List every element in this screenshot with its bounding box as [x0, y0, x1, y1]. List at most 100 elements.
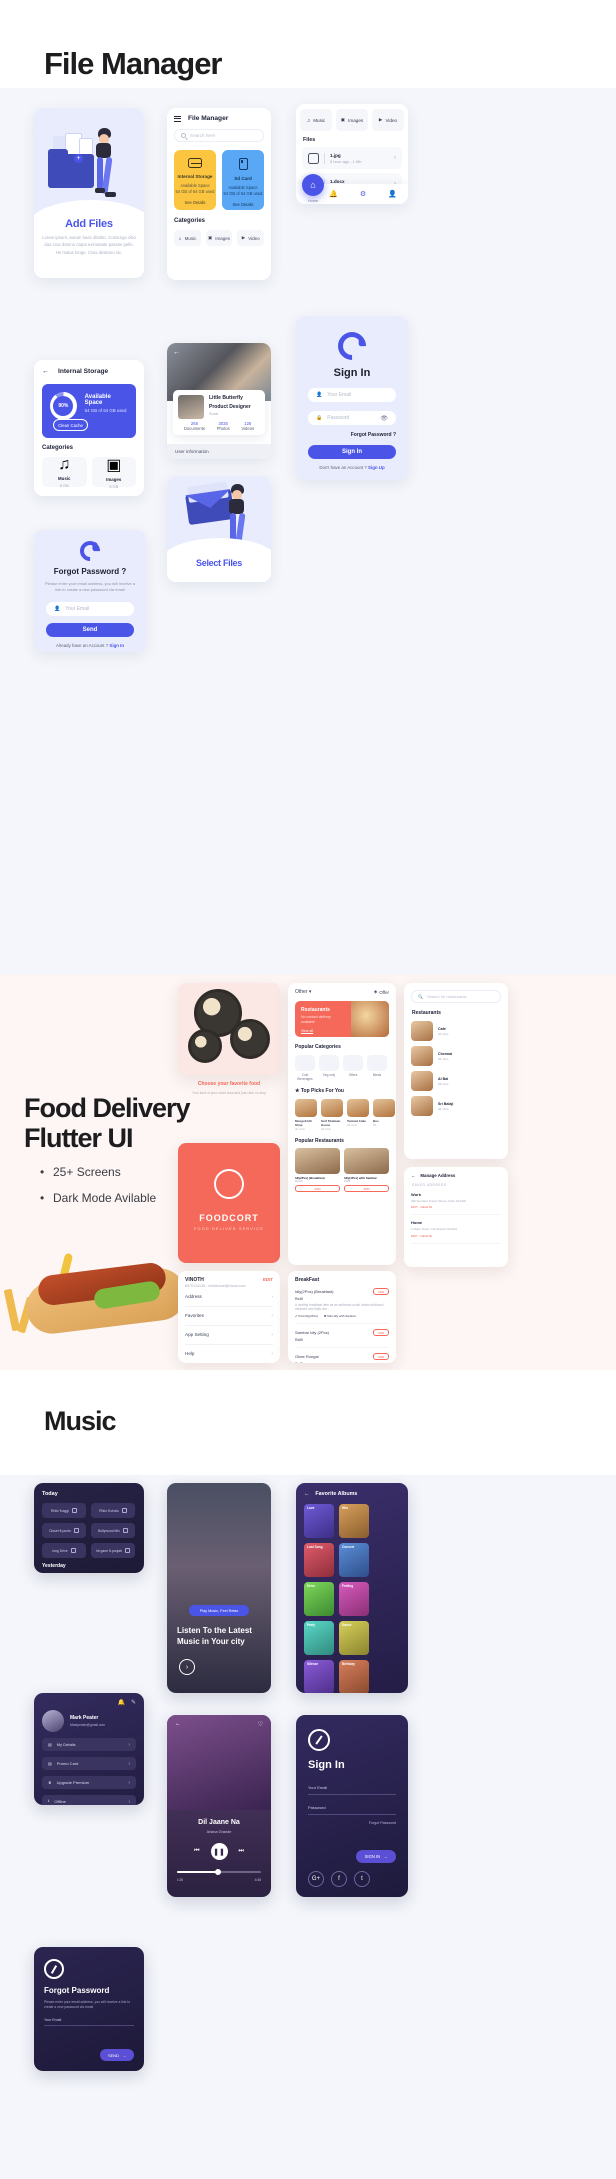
- send-button[interactable]: SEND →: [100, 2049, 134, 2061]
- category-chip[interactable]: Veg only: [319, 1055, 339, 1081]
- playlist-chip[interactable]: Rhitz ft.aggi: [42, 1503, 86, 1518]
- category-chip[interactable]: Cold Beverages: [295, 1055, 315, 1081]
- category-chip[interactable]: Meals: [367, 1055, 387, 1081]
- see-details-link[interactable]: See Details: [222, 202, 264, 207]
- pick-item[interactable]: Twisted Cake 44 mins: [347, 1099, 369, 1131]
- view-all-link[interactable]: View all: [301, 1029, 345, 1033]
- album-tile[interactable]: Hits: [339, 1504, 369, 1538]
- sign-in-button[interactable]: Sign In: [308, 445, 396, 459]
- internal-storage-card[interactable]: Internal Storage Available Space 54 GB o…: [174, 150, 216, 210]
- forgot-password-link[interactable]: Forgot Password: [296, 1821, 396, 1825]
- next-arrow-button[interactable]: ›: [179, 1659, 195, 1675]
- playlist-chip[interactable]: Rhitz ft.chalo: [91, 1503, 135, 1518]
- album-tile[interactable]: Lost Song: [304, 1543, 334, 1577]
- list-item[interactable]: Al Bai 28 mins: [411, 1071, 501, 1091]
- search-input[interactable]: Search here: [174, 129, 264, 142]
- category-video[interactable]: ▶ Video: [237, 230, 265, 246]
- list-item[interactable]: Chennai 35 mins: [411, 1046, 501, 1066]
- heart-icon[interactable]: ♡: [258, 1721, 263, 1728]
- back-arrow-icon[interactable]: ←: [411, 1173, 415, 1178]
- eye-icon[interactable]: 👁: [380, 415, 388, 422]
- sign-in-button[interactable]: SIGN IN →: [356, 1850, 396, 1863]
- album-tile[interactable]: Feeling: [339, 1582, 369, 1616]
- location-selector[interactable]: Other ▾: [295, 989, 311, 995]
- list-item[interactable]: Help ›: [185, 1345, 273, 1363]
- sign-in-link[interactable]: Sign In: [109, 643, 124, 648]
- menu-row-my-details[interactable]: ▤ My Details ›: [42, 1738, 136, 1751]
- forgot-password-link[interactable]: Forgot Password ?: [296, 432, 396, 438]
- twitter-button[interactable]: t: [354, 1871, 370, 1887]
- email-input[interactable]: [44, 2025, 134, 2026]
- category-images[interactable]: ▣ Images: [205, 230, 233, 246]
- clean-cache-button[interactable]: Clean Cache: [53, 419, 88, 431]
- gear-icon[interactable]: ⚙: [360, 190, 366, 198]
- category-chip[interactable]: Offers: [343, 1055, 363, 1081]
- promo-banner[interactable]: Restaurants No contact delivery availabl…: [295, 1001, 389, 1037]
- add-button[interactable]: ADD: [344, 1185, 389, 1192]
- pick-item[interactable]: Bus 55: [373, 1099, 395, 1131]
- address-actions[interactable]: EDIT - DELETE: [411, 1205, 501, 1209]
- album-tile[interactable]: Dance: [339, 1621, 369, 1655]
- restaurant-card[interactable]: Idly(4Pcs) with Sambar Rs85: [344, 1148, 389, 1183]
- list-item[interactable]: App Setting ›: [185, 1326, 273, 1345]
- back-arrow-icon[interactable]: ←: [304, 1491, 309, 1497]
- category-music[interactable]: ♫ Music 5 GB: [42, 456, 87, 488]
- album-tile[interactable]: Party: [304, 1621, 334, 1655]
- category-music[interactable]: ♫ Music: [174, 230, 201, 246]
- playlist-chip[interactable]: long Drive: [42, 1543, 86, 1558]
- album-tile[interactable]: Birthday: [339, 1660, 369, 1693]
- see-details-link[interactable]: See Details: [174, 200, 216, 205]
- back-arrow-icon[interactable]: ←: [173, 349, 180, 356]
- pick-item[interactable]: Surf Khatwan House 44 mins: [321, 1099, 343, 1131]
- next-icon[interactable]: ⏭: [239, 1848, 244, 1855]
- back-arrow-icon[interactable]: ←: [42, 368, 49, 375]
- bell-icon[interactable]: 🔔: [329, 190, 338, 198]
- facebook-button[interactable]: f: [331, 1871, 347, 1887]
- address-entry[interactable]: Home 1 Major Road, Coimbatore 641001 EDI…: [411, 1220, 501, 1244]
- tab-music[interactable]: ♫ Music: [300, 109, 332, 131]
- menu-row-offline[interactable]: ⭳ Offline ›: [42, 1795, 136, 1805]
- person-icon[interactable]: 👤: [388, 190, 397, 198]
- playlist-chip[interactable]: hit gane ft.punjab: [91, 1543, 135, 1558]
- address-actions[interactable]: EDIT - DELETE: [411, 1234, 501, 1238]
- album-tile[interactable]: Silence: [304, 1660, 334, 1693]
- menu-row-promo-card[interactable]: ▤ Promo Card ›: [42, 1757, 136, 1770]
- user-information-row[interactable]: User information: [167, 444, 271, 459]
- edit-link[interactable]: EDIT: [263, 1277, 273, 1283]
- home-button[interactable]: ⌂: [302, 174, 324, 196]
- previous-icon[interactable]: ⏮: [194, 1848, 199, 1855]
- category-images[interactable]: ▣ Images 8 GB: [91, 457, 136, 489]
- select-files-card[interactable]: Select Files: [167, 476, 271, 582]
- edit-icon[interactable]: ✎: [131, 1699, 136, 1706]
- table-row[interactable]: 1.jpg 5 hour ago - 1 Mb ›: [302, 147, 402, 169]
- add-button[interactable]: ADD: [373, 1288, 389, 1295]
- list-item[interactable]: Favorites ›: [185, 1307, 273, 1326]
- add-files-card[interactable]: + Add Files Lorem ipsum, aurum haec dimi…: [34, 108, 144, 278]
- google-button[interactable]: G+: [308, 1871, 324, 1887]
- tab-images[interactable]: ▣ Images: [336, 109, 368, 131]
- sign-up-link[interactable]: Sign Up: [368, 465, 385, 470]
- menu-icon[interactable]: [174, 115, 181, 122]
- list-item[interactable]: Cafe 44 mins: [411, 1021, 501, 1041]
- send-button[interactable]: Send: [46, 623, 134, 637]
- add-button[interactable]: ADD: [373, 1353, 389, 1360]
- search-input[interactable]: 🔍 Search for restaurants: [411, 990, 501, 1003]
- playlist-chip[interactable]: Bollywood Mix: [91, 1523, 135, 1538]
- pick-item[interactable]: Mongoli Idli Shop 42 mins: [295, 1099, 317, 1131]
- email-field[interactable]: 👤 Your Email: [308, 388, 396, 402]
- album-tile[interactable]: Love: [304, 1504, 334, 1538]
- playlist-chip[interactable]: Closet ft.punto: [42, 1523, 86, 1538]
- password-field[interactable]: 🔒 Password 👁: [308, 411, 396, 425]
- offer-badge[interactable]: ◈ Offer: [374, 989, 389, 995]
- tab-video[interactable]: ▶ Video: [372, 109, 404, 131]
- album-tile[interactable]: Concert: [339, 1543, 369, 1577]
- pause-button[interactable]: ❚❚: [210, 1843, 228, 1860]
- email-field[interactable]: 👤 Your Email: [46, 602, 134, 616]
- add-button[interactable]: ADD: [373, 1329, 389, 1336]
- bell-icon[interactable]: 🔔: [117, 1699, 124, 1706]
- password-input[interactable]: [308, 1814, 396, 1815]
- add-button[interactable]: ADD: [295, 1185, 340, 1192]
- progress-slider[interactable]: [177, 1869, 261, 1875]
- back-arrow-icon[interactable]: ←: [175, 1721, 181, 1728]
- menu-row-upgrade[interactable]: ♛ Upgrade Premium ›: [42, 1776, 136, 1789]
